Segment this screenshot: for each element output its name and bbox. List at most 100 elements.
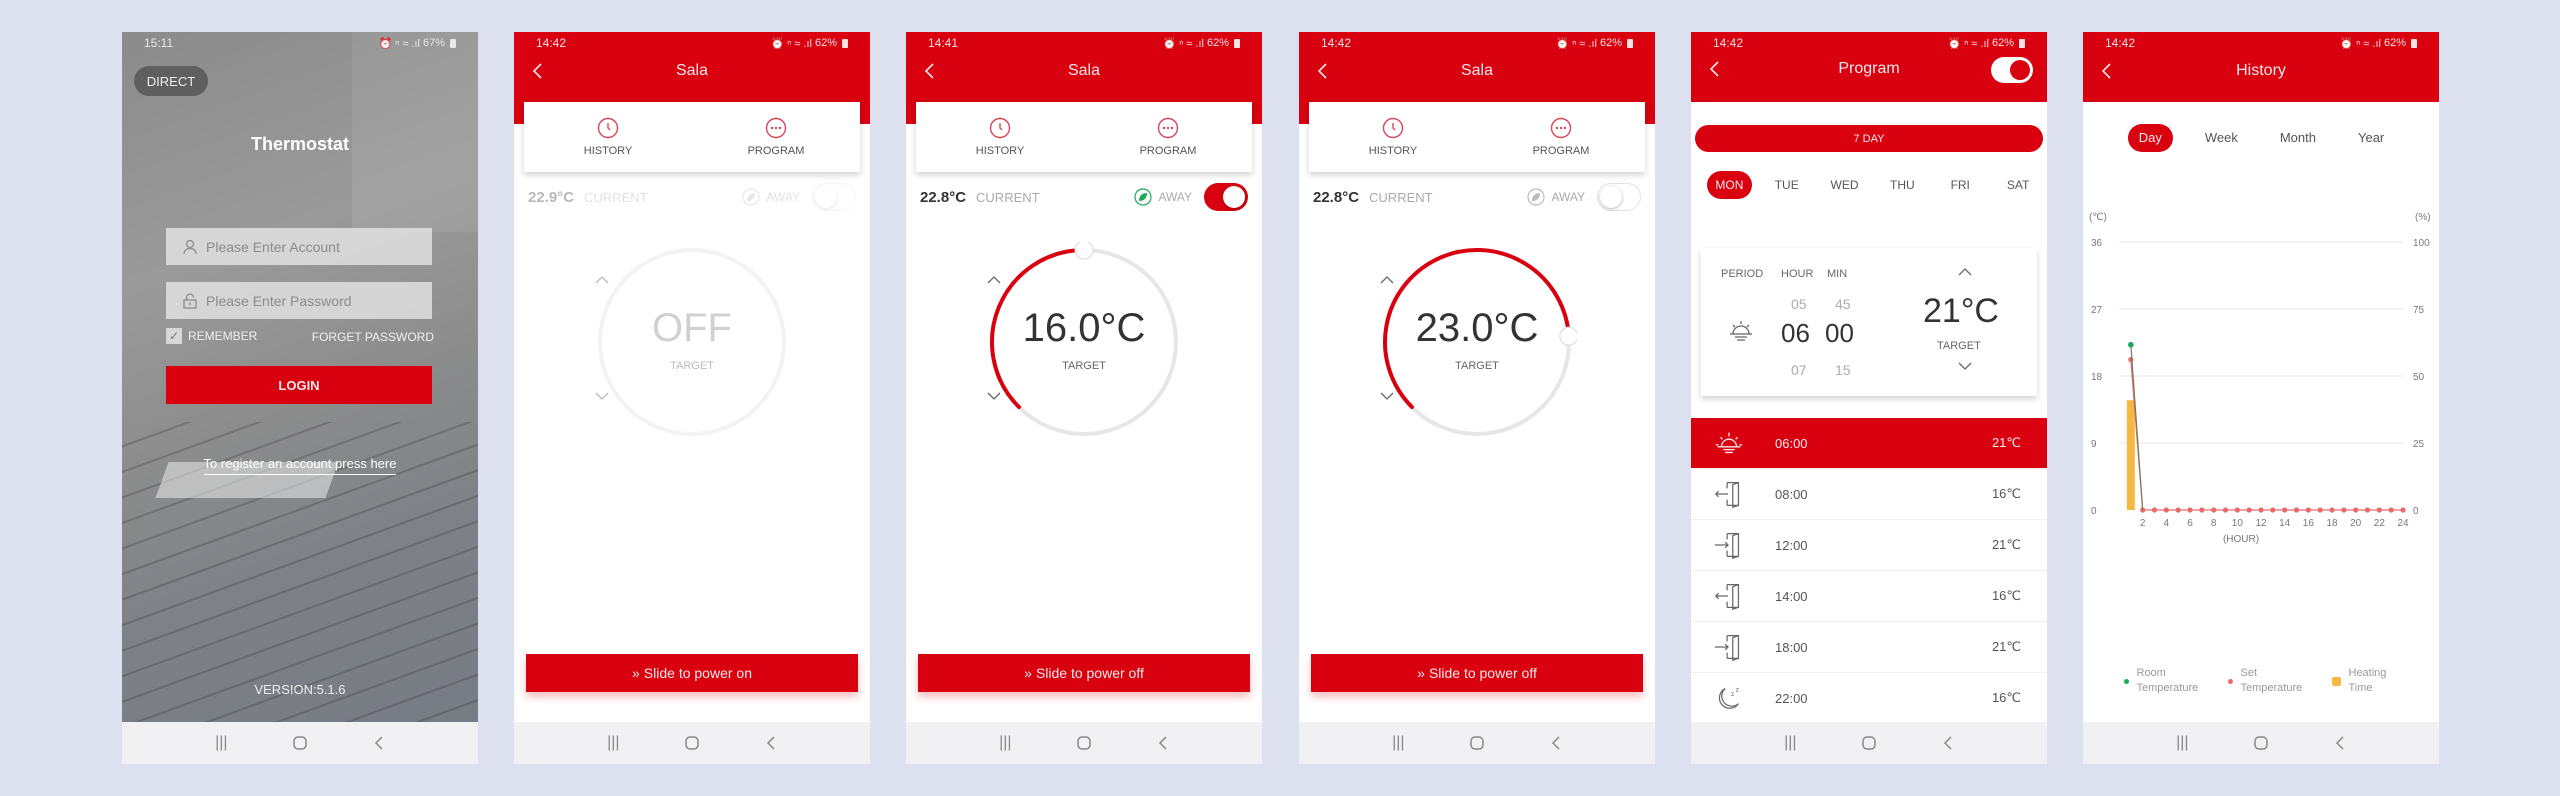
program-enable-toggle[interactable]: [1991, 57, 2033, 83]
login-button[interactable]: LOGIN: [166, 366, 432, 404]
status-bar: 14:42 ⏰ ⁿ ≈ .ıl 62%: [1299, 32, 1655, 54]
home-icon[interactable]: [1468, 735, 1486, 751]
tab-program[interactable]: PROGRAM: [1477, 102, 1645, 172]
more-icon: [1550, 117, 1572, 139]
tab-history[interactable]: HISTORY: [524, 102, 692, 172]
schedule-row[interactable]: 08:00 16℃: [1691, 469, 2047, 520]
home-icon[interactable]: [2252, 735, 2270, 751]
device-name: Sala: [1460, 62, 1494, 79]
power-slider[interactable]: » Slide to power off: [1311, 654, 1643, 692]
day-tab-sat[interactable]: SAT: [1989, 178, 2047, 192]
remember-checkbox[interactable]: ✓ REMEMBER: [166, 328, 257, 344]
increase-chevron-icon[interactable]: [1377, 274, 1397, 286]
back-nav-icon[interactable]: [1547, 735, 1565, 751]
home-icon[interactable]: [1075, 735, 1093, 751]
away-toggle[interactable]: [1204, 183, 1248, 211]
recent-apps-icon[interactable]: |||: [2173, 734, 2191, 751]
target-dial[interactable]: OFF TARGET: [592, 242, 792, 442]
status-icons: ⏰ ⁿ ≈ .ıl 62%: [1162, 37, 1240, 50]
forget-password-link[interactable]: FORGET PASSWORD: [312, 330, 434, 344]
period-tab-month[interactable]: Month: [2270, 124, 2326, 152]
back-nav-icon[interactable]: [1939, 735, 1957, 751]
program-mode-button[interactable]: 7 DAY: [1695, 125, 2043, 152]
y-axis-unit-label: (℃): [2089, 212, 2107, 223]
register-link[interactable]: To register an account press here: [122, 456, 478, 475]
period-tab-week[interactable]: Week: [2195, 124, 2248, 152]
system-nav-bar: |||: [2083, 722, 2439, 764]
min-prev[interactable]: 45: [1835, 296, 1851, 312]
back-nav-icon[interactable]: [370, 735, 388, 751]
set-temperature-point: [2258, 507, 2264, 513]
away-toggle[interactable]: [1597, 183, 1641, 211]
return-home-icon: [1714, 532, 1740, 560]
set-temperature-point: [2400, 507, 2406, 513]
target-temperature: 16.0°C: [1022, 306, 1146, 350]
app-version: VERSION:5.1.6: [254, 682, 346, 697]
checkmark-icon[interactable]: ✓: [166, 328, 182, 344]
schedule-row[interactable]: 18:00 21℃: [1691, 622, 2047, 673]
set-temperature-point: [2163, 507, 2169, 513]
set-temperature-point: [2151, 507, 2158, 513]
tab-program[interactable]: PROGRAM: [1084, 102, 1252, 172]
increase-chevron-icon[interactable]: [984, 274, 1004, 286]
recent-apps-icon[interactable]: |||: [1781, 734, 1799, 751]
home-icon[interactable]: [291, 735, 309, 751]
set-temperature-point: [2353, 507, 2359, 513]
signal-icon: ⏰ ⁿ ≈ .ıl: [770, 37, 812, 50]
day-tab-tue[interactable]: TUE: [1758, 178, 1816, 192]
decrease-chevron-icon[interactable]: [984, 390, 1004, 402]
home-icon[interactable]: [1860, 735, 1878, 751]
increase-chevron-icon[interactable]: [1955, 266, 1975, 278]
period-tab-day[interactable]: Day: [2127, 124, 2173, 152]
day-tab-fri[interactable]: FRI: [1931, 178, 1989, 192]
min-next[interactable]: 15: [1835, 362, 1851, 378]
min-value[interactable]: 00: [1825, 318, 1854, 349]
sunrise-icon: [1730, 321, 1752, 341]
home-icon[interactable]: [683, 735, 701, 751]
period-tab-year[interactable]: Year: [2348, 124, 2394, 152]
tab-program-label: PROGRAM: [747, 145, 805, 157]
schedule-row[interactable]: 14:00 16℃: [1691, 571, 2047, 622]
day-tab-wed[interactable]: WED: [1816, 178, 1874, 192]
day-tab-thu[interactable]: THU: [1873, 178, 1931, 192]
status-time: 14:42: [536, 36, 567, 50]
power-slider[interactable]: » Slide to power off: [918, 654, 1250, 692]
hour-prev[interactable]: 05: [1791, 296, 1807, 312]
login-screen: 15:11 ⏰ ⁿ ≈ .ıl 67% DIRECT Thermostat Pl…: [122, 32, 478, 764]
password-field[interactable]: Please Enter Password: [166, 282, 432, 319]
recent-apps-icon[interactable]: |||: [212, 734, 230, 751]
tab-history[interactable]: HISTORY: [1309, 102, 1477, 172]
increase-chevron-icon[interactable]: [592, 274, 612, 286]
tab-program[interactable]: PROGRAM: [692, 102, 860, 172]
leaf-icon: [1134, 188, 1153, 206]
decrease-chevron-icon[interactable]: [1955, 360, 1975, 372]
recent-apps-icon[interactable]: |||: [604, 734, 622, 751]
register-link-label[interactable]: To register an account press here: [203, 456, 397, 475]
system-nav-bar: |||: [514, 722, 870, 764]
away-toggle[interactable]: [812, 183, 856, 211]
back-nav-icon[interactable]: [2331, 735, 2349, 751]
away-label: AWAY: [1551, 190, 1585, 204]
recent-apps-icon[interactable]: |||: [1389, 734, 1407, 751]
back-nav-icon[interactable]: [762, 735, 780, 751]
back-nav-icon[interactable]: [1154, 735, 1172, 751]
y2-tick-label: 75: [2413, 305, 2425, 316]
direct-button[interactable]: DIRECT: [134, 66, 208, 96]
schedule-row[interactable]: 12:00 21℃: [1691, 520, 2047, 571]
schedule-row[interactable]: zz 22:00 16℃: [1691, 673, 2047, 724]
power-slider[interactable]: » Slide to power on: [526, 654, 858, 692]
system-nav-bar: |||: [122, 722, 478, 764]
schedule-list: 06:00 21℃ 08:00 16℃ 12:00 21℃ 14:00 16℃ …: [1691, 418, 2047, 724]
account-field[interactable]: Please Enter Account: [166, 228, 432, 265]
target-dial[interactable]: 23.0°C TARGET: [1377, 242, 1577, 442]
tab-history[interactable]: HISTORY: [916, 102, 1084, 172]
hour-value[interactable]: 06: [1781, 318, 1810, 349]
program-target-label: TARGET: [1937, 340, 1981, 352]
decrease-chevron-icon[interactable]: [1377, 390, 1397, 402]
hour-next[interactable]: 07: [1791, 362, 1807, 378]
recent-apps-icon[interactable]: |||: [996, 734, 1014, 751]
target-dial[interactable]: 16.0°C TARGET: [984, 242, 1184, 442]
day-tab-mon[interactable]: MON: [1707, 171, 1752, 199]
schedule-row[interactable]: 06:00 21℃: [1691, 418, 2047, 469]
decrease-chevron-icon[interactable]: [592, 390, 612, 402]
